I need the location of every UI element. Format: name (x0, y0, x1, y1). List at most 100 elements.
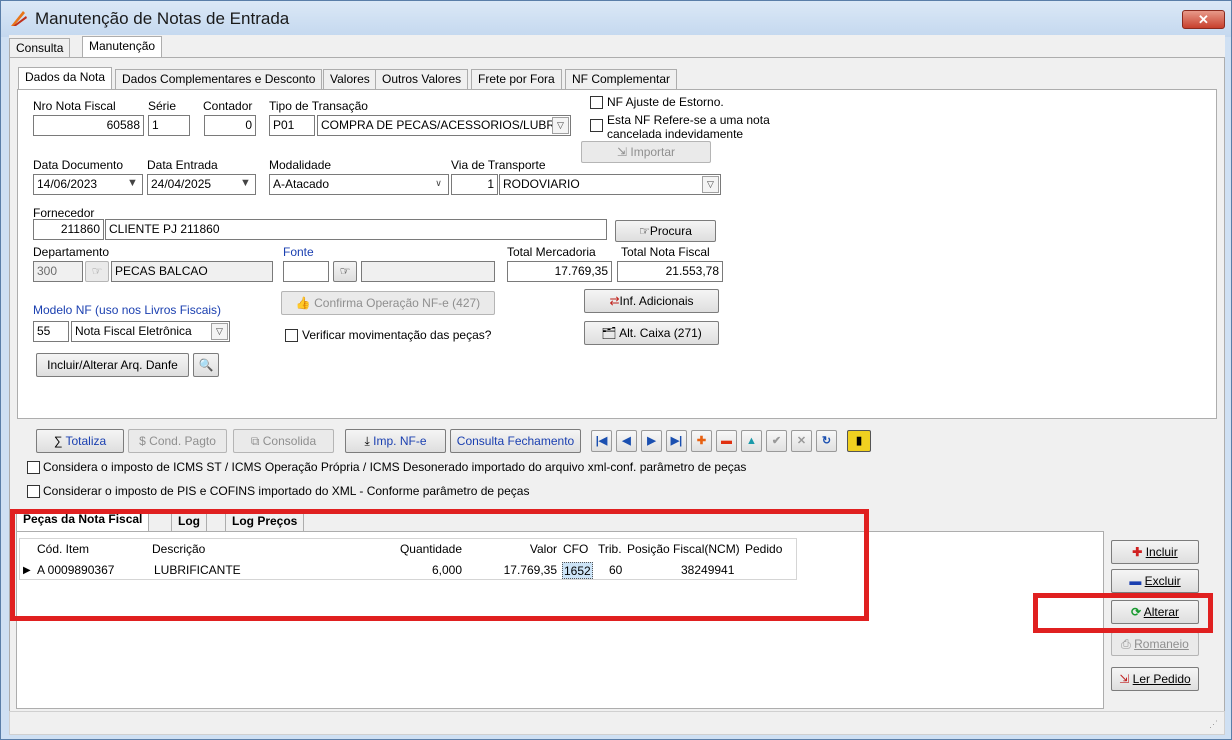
app-logo-icon (9, 8, 29, 31)
fornecedor-nome-field[interactable]: CLIENTE PJ 211860 (105, 219, 607, 240)
highlight-grid-box (10, 509, 869, 621)
cancel-record-icon[interactable]: ✕ (791, 430, 812, 452)
contador-field[interactable]: 0 (204, 115, 256, 136)
dollar-icon: $ (139, 434, 146, 448)
tab-dados-da-nota[interactable]: Dados da Nota (18, 67, 113, 89)
modelo-code-field[interactable]: 55 (33, 321, 69, 342)
delete-record-icon[interactable]: ▬ (716, 430, 737, 452)
tab-consulta[interactable]: Consulta (9, 38, 71, 58)
ler-pedido-button[interactable]: ⇲ Ler Pedido (1111, 667, 1199, 691)
post-record-icon[interactable]: ✔ (766, 430, 787, 452)
depto-label: Departamento (33, 245, 110, 259)
prior-record-icon[interactable]: ◀ (616, 430, 637, 452)
fonte-nome-field[interactable] (361, 261, 495, 282)
ajuste-checkbox[interactable] (590, 96, 603, 109)
modalidade-value: A-Atacado (273, 177, 330, 191)
pointing-hand-icon: ☞ (639, 224, 650, 238)
calendar-dropdown-icon[interactable]: ▼ (124, 176, 141, 193)
first-record-icon[interactable]: |◀ (591, 430, 612, 452)
ajuste-label: NF Ajuste de Estorno. (607, 95, 724, 109)
consulta-fechamento-button[interactable]: Consulta Fechamento (450, 429, 581, 453)
depto-nome-field[interactable]: PECAS BALCAO (111, 261, 273, 282)
fonte-label: Fonte (283, 245, 314, 259)
tab-outros-valores[interactable]: Outros Valores (375, 69, 469, 89)
import-icon: ⇲ (616, 145, 628, 159)
modelo-select[interactable]: Nota Fiscal Eletrônica ▽ (71, 321, 230, 342)
modelo-value: Nota Fiscal Eletrônica (75, 324, 192, 338)
incluir-label: Incluir (1145, 545, 1178, 559)
plus-arrows-icon: ⇄ (609, 294, 620, 308)
data-doc-value: 14/06/2023 (37, 177, 98, 191)
calendar-dropdown-icon[interactable]: ▼ (237, 176, 254, 193)
refresh-record-icon[interactable]: ↻ (816, 430, 837, 452)
tipo-select[interactable]: COMPRA DE PECAS/ACESSORIOS/LUBRI ▽ (317, 115, 571, 136)
resize-grip-icon[interactable]: ⋰ (1209, 719, 1218, 730)
excluir-button[interactable]: ▬ Excluir (1111, 569, 1199, 593)
importar-button[interactable]: ⇲ Importar (581, 141, 711, 163)
fornecedor-code-field[interactable]: 211860 (33, 219, 104, 240)
consolida-button[interactable]: ⧉ Consolida (233, 429, 334, 453)
edit-record-icon[interactable]: ▲ (741, 430, 762, 452)
refere-label-1: Esta NF Refere-se a uma nota (607, 113, 770, 127)
contador-label: Contador (203, 99, 253, 113)
verificar-label: Verificar movimentação das peças? (302, 328, 492, 342)
inf-adicionais-button[interactable]: ⇄Inf. Adicionais (584, 289, 719, 313)
confirma-nfe-button[interactable]: 👍 Confirma Operação NF-e (427) (281, 291, 495, 315)
next-record-icon[interactable]: ▶ (641, 430, 662, 452)
search-button[interactable]: 🔍 (193, 353, 219, 377)
via-code-field[interactable]: 1 (451, 174, 498, 195)
last-record-icon[interactable]: ▶| (666, 430, 687, 452)
tipo-code-field[interactable]: P01 (269, 115, 315, 136)
alt-caixa-label: Alt. Caixa (271) (619, 326, 702, 340)
search-icon: 🔍 (198, 358, 214, 372)
chevron-down-icon[interactable]: ▽ (702, 176, 719, 193)
romaneio-button[interactable]: ⎙ Romaneio (1111, 632, 1199, 656)
refere-label-2: cancelada indevidamente (607, 127, 744, 141)
cond-pagto-label: Cond. Pagto (149, 434, 216, 448)
serie-field[interactable]: 1 (148, 115, 190, 136)
refere-checkbox[interactable] (590, 119, 603, 132)
tab-nf-complementar[interactable]: NF Complementar (565, 69, 678, 89)
alt-caixa-button[interactable]: 🗂 Alt. Caixa (271) (584, 321, 719, 345)
confirma-label: Confirma Operação NF-e (427) (314, 296, 481, 310)
consolida-label: Consolida (262, 434, 317, 448)
total-nf-field: 21.553,78 (617, 261, 723, 282)
status-bar (9, 711, 1225, 735)
verificar-checkbox[interactable] (285, 329, 298, 342)
via-select[interactable]: RODOVIARIO ▽ (499, 174, 721, 195)
pis-checkbox[interactable] (27, 485, 40, 498)
chevron-down-icon[interactable]: ∨ (430, 176, 447, 193)
depto-lookup-button[interactable]: ☞ (85, 261, 109, 282)
procura-label: Procura (649, 224, 692, 238)
chevron-down-icon[interactable]: ▽ (211, 323, 228, 340)
procura-button[interactable]: ☞Procura (615, 220, 716, 242)
import-document-icon: ⇲ (1119, 672, 1130, 686)
tab-valores[interactable]: Valores (323, 69, 377, 89)
serie-label: Série (148, 99, 177, 113)
exit-door-icon[interactable]: ▮ (847, 430, 871, 452)
imp-nfe-button[interactable]: ⤓ Imp. NF-e (345, 429, 446, 453)
importar-label: Importar (630, 145, 676, 159)
via-label: Via de Transporte (451, 158, 546, 172)
chevron-down-icon[interactable]: ▽ (552, 117, 569, 134)
data-ent-field[interactable]: 24/04/2025 ▼ (147, 174, 256, 195)
icms-checkbox[interactable] (27, 461, 40, 474)
cond-pagto-button[interactable]: $ Cond. Pagto (128, 429, 227, 453)
tab-dados-complementares[interactable]: Dados Complementares e Desconto (115, 69, 323, 89)
data-doc-field[interactable]: 14/06/2023 ▼ (33, 174, 143, 195)
incluir-button[interactable]: ✚ Incluir (1111, 540, 1199, 564)
close-button[interactable]: ✕ (1182, 10, 1225, 29)
insert-record-icon[interactable]: ✚ (691, 430, 712, 452)
tab-manutencao[interactable]: Manutenção (82, 36, 163, 58)
consolida-icon: ⧉ (250, 434, 260, 448)
nro-label: Nro Nota Fiscal (33, 99, 116, 113)
depto-code-field[interactable]: 300 (33, 261, 83, 282)
danfe-button[interactable]: Incluir/Alterar Arq. Danfe (36, 353, 189, 377)
modalidade-select[interactable]: A-Atacado ∨ (269, 174, 449, 195)
tab-frete-por-fora[interactable]: Frete por Fora (471, 69, 562, 89)
totaliza-button[interactable]: ∑ Totaliza (36, 429, 124, 453)
fonte-lookup-button[interactable]: ☞ (333, 261, 357, 282)
fonte-code-field[interactable] (283, 261, 329, 282)
plus-icon: ✚ (1132, 545, 1143, 559)
nro-field[interactable]: 60588 (33, 115, 144, 136)
